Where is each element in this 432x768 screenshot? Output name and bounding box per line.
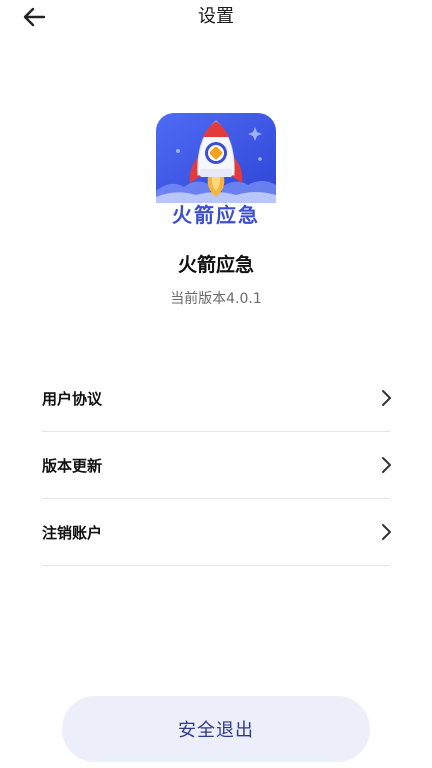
menu-item-label: 版本更新 <box>42 456 103 475</box>
menu-item-label: 注销账户 <box>42 523 103 542</box>
logout-button[interactable]: 安全退出 <box>62 696 370 762</box>
chevron-right-icon <box>376 388 396 408</box>
app-version: 当前版本4.0.1 <box>170 291 262 307</box>
app-name: 火箭应急 <box>177 254 254 276</box>
menu-item-label: 用户协议 <box>42 389 103 408</box>
app-logo: 火箭应急 <box>156 113 276 233</box>
logout-label: 安全退出 <box>178 720 254 741</box>
menu-item-delete-account[interactable]: 注销账户 <box>42 499 391 566</box>
settings-page: 设置 火箭应急 火箭应急 当前版本4.0.1 用户协议 版本更新 注销账户 安全… <box>0 0 432 768</box>
page-title: 设置 <box>198 6 234 27</box>
chevron-right-icon <box>376 522 396 542</box>
menu-item-user-agreement[interactable]: 用户协议 <box>42 365 391 432</box>
menu-item-version-update[interactable]: 版本更新 <box>42 432 391 499</box>
header-bar: 设置 <box>0 0 432 36</box>
logo-text: 火箭应急 <box>172 203 260 227</box>
chevron-right-icon <box>376 455 396 475</box>
settings-menu: 用户协议 版本更新 注销账户 <box>42 365 391 566</box>
